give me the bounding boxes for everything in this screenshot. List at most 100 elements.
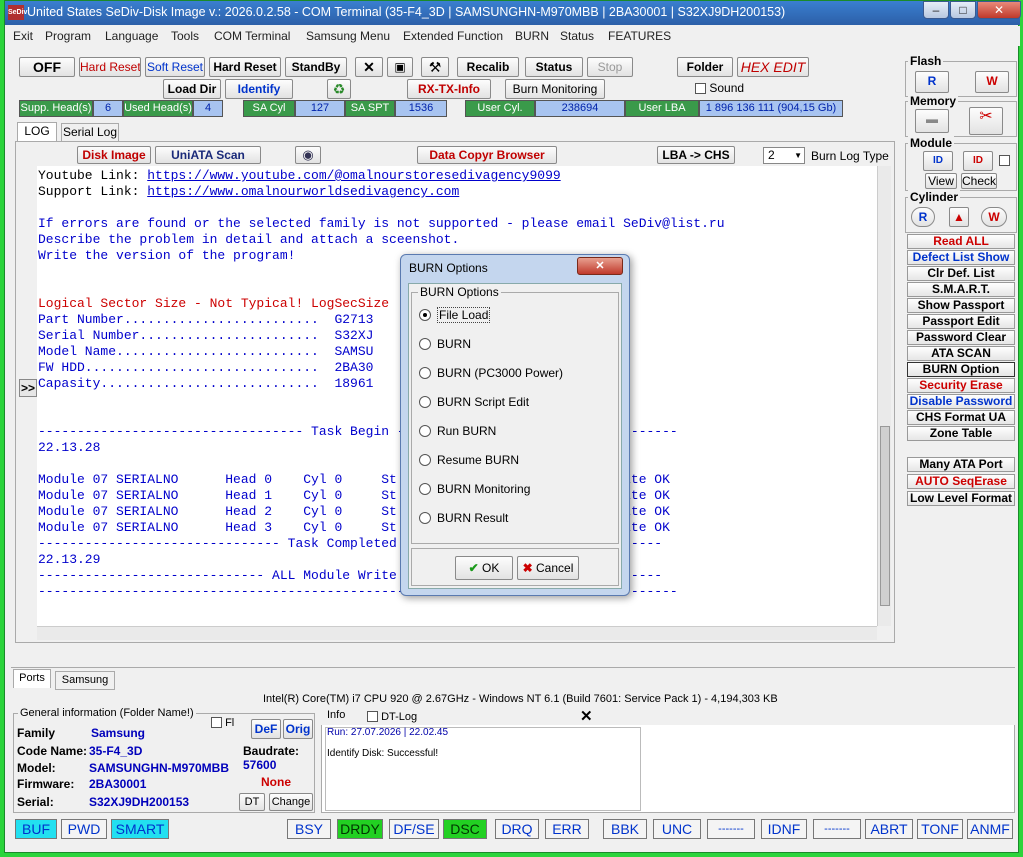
- radio-burn-result[interactable]: BURN Result: [419, 511, 508, 525]
- def-button[interactable]: DeF: [251, 719, 281, 739]
- tab-serial-log[interactable]: Serial Log: [61, 123, 119, 142]
- off-button[interactable]: OFF: [19, 57, 75, 77]
- passport-edit-button[interactable]: Passport Edit: [907, 314, 1015, 329]
- collapse-button[interactable]: >>: [19, 379, 37, 397]
- hex-edit-button[interactable]: HEX EDIT: [737, 57, 809, 77]
- flash-read-button[interactable]: R: [915, 71, 949, 93]
- menu-com-terminal[interactable]: COM Terminal: [214, 29, 290, 43]
- burn-log-select[interactable]: 2 ▼: [763, 147, 805, 164]
- cancel-label: Cancel: [536, 561, 574, 575]
- minimize-button[interactable]: –: [923, 1, 949, 19]
- standby-button[interactable]: StandBy: [285, 57, 347, 77]
- radio-burn-pc3000[interactable]: BURN (PC3000 Power): [419, 366, 563, 380]
- menu-tools[interactable]: Tools: [171, 29, 199, 43]
- view-button[interactable]: View: [925, 173, 957, 189]
- log-hscrollbar[interactable]: [37, 626, 877, 640]
- ata-scan-button[interactable]: ATA SCAN: [907, 346, 1015, 361]
- radio-label: BURN Result: [437, 511, 509, 525]
- x-button[interactable]: ✕: [355, 57, 383, 77]
- burn-option-button[interactable]: BURN Option: [907, 362, 1015, 377]
- dialog-close-button[interactable]: ✕: [577, 257, 623, 275]
- radio-burn-script-edit[interactable]: BURN Script Edit: [419, 395, 529, 409]
- chs-format-button[interactable]: CHS Format UA: [907, 410, 1015, 425]
- security-erase-button[interactable]: Security Erase: [907, 378, 1015, 393]
- stop-button[interactable]: Stop: [587, 57, 633, 77]
- low-level-format-button[interactable]: Low Level Format: [907, 491, 1015, 506]
- menu-exit[interactable]: Exit: [13, 29, 33, 43]
- soft-reset-button[interactable]: Soft Reset: [145, 57, 205, 77]
- youtube-link[interactable]: https://www.youtube.com/@omalnourstorese…: [147, 168, 560, 183]
- radio-resume-burn[interactable]: Resume BURN: [419, 453, 519, 467]
- cylinder-cut-icon[interactable]: ▲: [949, 207, 969, 227]
- cancel-button[interactable]: ✖ Cancel: [517, 556, 579, 580]
- memory-edit-icon[interactable]: ✂: [969, 107, 1003, 135]
- cylinder-read-icon[interactable]: R: [911, 207, 935, 227]
- uniata-scan-button[interactable]: UniATA Scan: [155, 146, 261, 164]
- tools-icon[interactable]: ⚒: [421, 57, 449, 77]
- password-clear-button[interactable]: Password Clear: [907, 330, 1015, 345]
- recalib-button[interactable]: Recalib: [457, 57, 519, 77]
- check-button[interactable]: Check: [961, 173, 997, 189]
- save-icon[interactable]: ▣: [387, 57, 413, 77]
- dt-button[interactable]: DT: [239, 793, 265, 811]
- folder-button[interactable]: Folder: [677, 57, 733, 77]
- status-abrt: ABRT: [865, 819, 913, 839]
- log-vscrollbar[interactable]: [877, 166, 891, 626]
- memory-icon[interactable]: ▬: [915, 109, 949, 133]
- read-all-button[interactable]: Read ALL: [907, 234, 1015, 249]
- info-close-icon[interactable]: ✕: [580, 707, 593, 725]
- module-checkbox[interactable]: [999, 155, 1010, 166]
- zone-table-button[interactable]: Zone Table: [907, 426, 1015, 441]
- data-copyr-browser-button[interactable]: Data Copyr Browser: [417, 146, 557, 164]
- orig-button[interactable]: Orig: [283, 719, 313, 739]
- menu-language[interactable]: Language: [105, 29, 158, 43]
- menu-burn[interactable]: BURN: [515, 29, 549, 43]
- close-button[interactable]: ✕: [977, 1, 1021, 19]
- menu-extended[interactable]: Extended Function: [403, 29, 503, 43]
- module-read-icon[interactable]: ID: [923, 151, 953, 171]
- tab-samsung[interactable]: Samsung: [55, 671, 115, 690]
- menu-status[interactable]: Status: [560, 29, 594, 43]
- dt-log-checkbox[interactable]: DT-Log: [367, 711, 417, 723]
- hard-reset-bold-button[interactable]: Hard Reset: [209, 57, 281, 77]
- menu-features[interactable]: FEATURES: [608, 29, 671, 43]
- tab-log[interactable]: LOG: [17, 122, 57, 141]
- disable-password-button[interactable]: Disable Password: [907, 394, 1015, 409]
- rx-tx-info-button[interactable]: RX-TX-Info: [407, 79, 491, 99]
- disk-icon[interactable]: ◉: [295, 146, 321, 164]
- menu-samsung[interactable]: Samsung Menu: [306, 29, 390, 43]
- ok-button[interactable]: ✔ OK: [455, 556, 513, 580]
- lba-chs-button[interactable]: LBA -> CHS: [657, 146, 735, 164]
- module-write-icon[interactable]: ID: [963, 151, 993, 171]
- defect-list-show-button[interactable]: Defect List Show: [907, 250, 1015, 265]
- change-button[interactable]: Change: [269, 793, 313, 811]
- load-dir-button[interactable]: Load Dir: [163, 79, 221, 99]
- user-lba-label: User LBA: [625, 100, 699, 117]
- clr-def-list-button[interactable]: Clr Def. List: [907, 266, 1015, 281]
- show-passport-button[interactable]: Show Passport: [907, 298, 1015, 313]
- maximize-button[interactable]: □: [950, 1, 976, 19]
- hard-reset-button[interactable]: Hard Reset: [79, 57, 141, 77]
- many-ata-port-button[interactable]: Many ATA Port: [907, 457, 1015, 472]
- sp-label: Support Link:: [38, 184, 148, 199]
- radio-burn-monitoring[interactable]: BURN Monitoring: [419, 482, 530, 496]
- cylinder-write-icon[interactable]: W: [981, 207, 1007, 227]
- identify-button[interactable]: Identify: [225, 79, 293, 99]
- radio-run-burn[interactable]: Run BURN: [419, 424, 496, 438]
- status-button[interactable]: Status: [525, 57, 583, 77]
- radio-file-load[interactable]: File Load: [419, 307, 491, 323]
- radio-burn[interactable]: BURN: [419, 337, 471, 351]
- flash-write-button[interactable]: W: [975, 71, 1009, 93]
- smart-button[interactable]: S.M.A.R.T.: [907, 282, 1015, 297]
- burn-monitoring-button[interactable]: Burn Monitoring: [505, 79, 605, 99]
- auto-seqerase-button[interactable]: AUTO SeqErase: [907, 474, 1015, 489]
- tab-ports[interactable]: Ports: [13, 669, 51, 688]
- burn-options-dialog: BURN Options ✕ BURN Options File Load BU…: [400, 254, 630, 596]
- scroll-thumb[interactable]: [880, 426, 890, 606]
- support-link[interactable]: https://www.omalnourworldsedivagency.com: [147, 184, 459, 199]
- refresh-icon[interactable]: ♻: [327, 79, 351, 99]
- sound-checkbox[interactable]: Sound: [695, 81, 744, 95]
- disk-image-button[interactable]: Disk Image: [77, 146, 151, 164]
- menu-program[interactable]: Program: [45, 29, 91, 43]
- fl-checkbox[interactable]: Fl: [211, 717, 234, 729]
